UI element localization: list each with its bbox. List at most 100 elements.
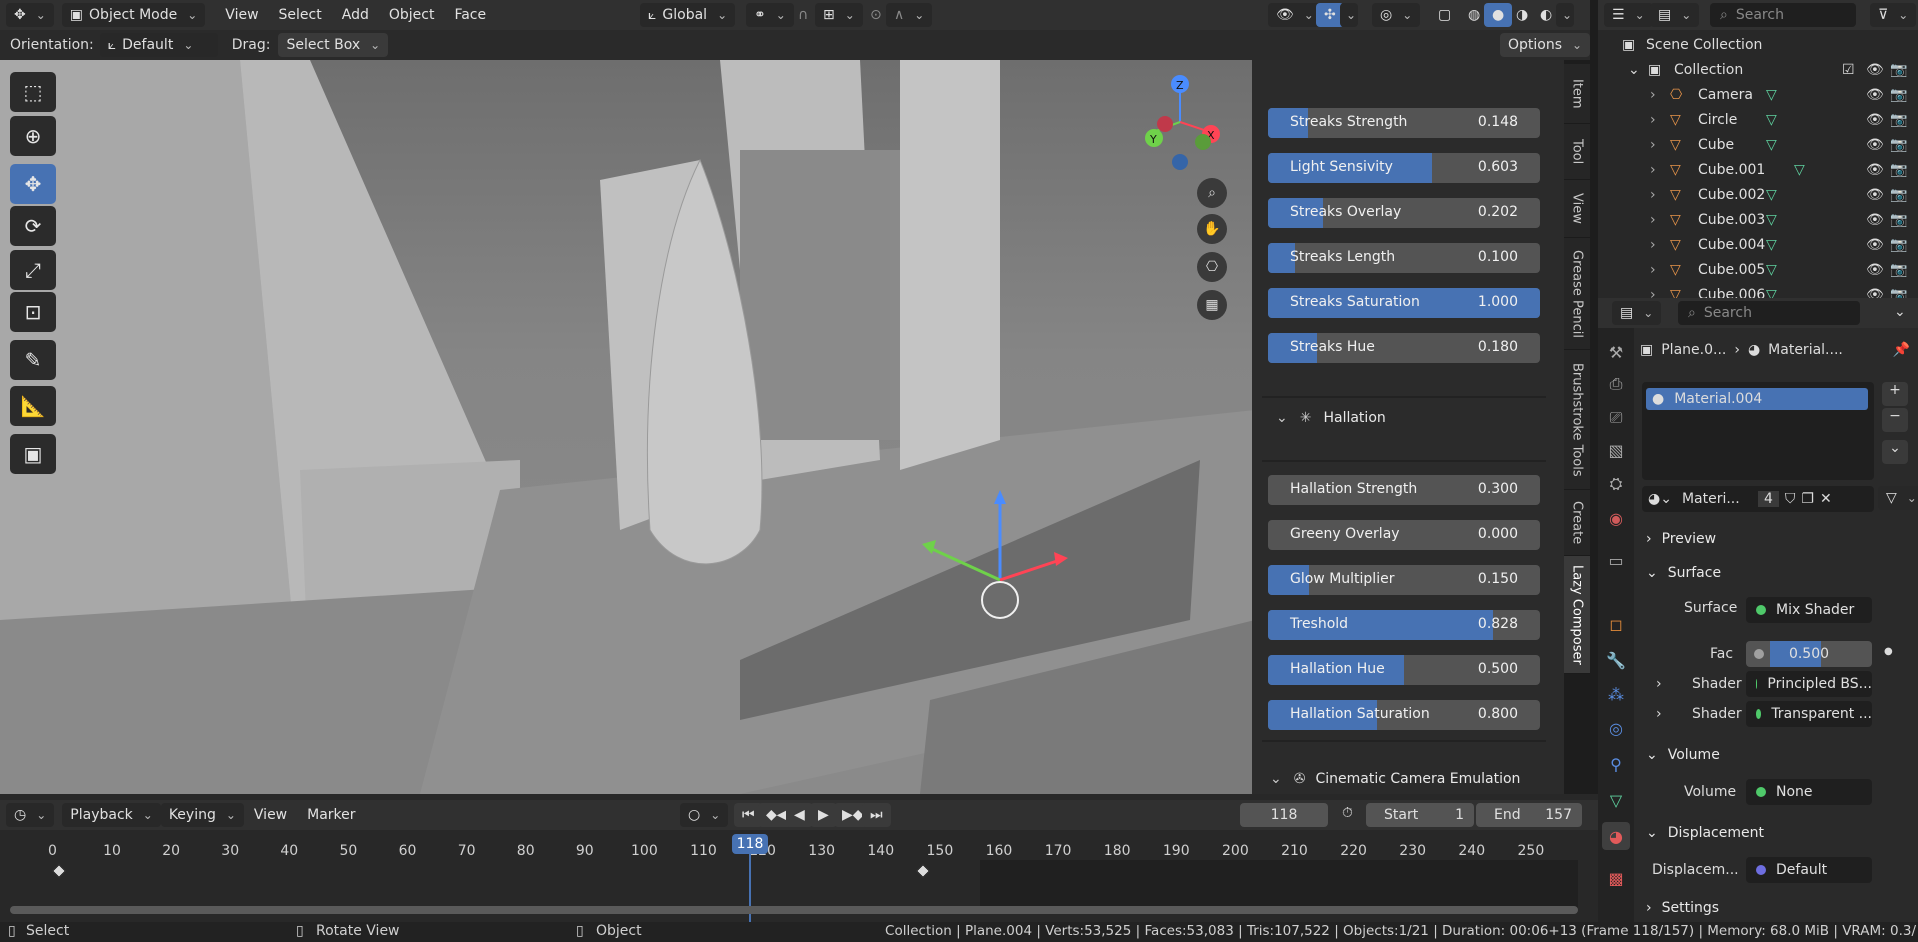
duplicate-icon[interactable]: ❐ [1801,491,1814,507]
menu-face[interactable]: Face [444,7,496,23]
browse-material-icon[interactable]: ◕⌄ [1648,491,1672,507]
camera-render-icon[interactable]: 📷 [1890,112,1907,128]
chevron-down-icon[interactable]: ⌄ [1894,304,1906,320]
stopwatch-icon[interactable]: ⏱ [1342,805,1353,821]
slider-hallation-strength[interactable]: Hallation Strength 0.300 [1268,475,1540,505]
menu-add[interactable]: Add [332,7,379,23]
surface-section-header[interactable]: ⌄ Surface [1638,558,1908,588]
slider-treshold[interactable]: Treshold 0.828 [1268,610,1540,640]
chevron-right-icon[interactable]: › [1650,187,1656,203]
eye-icon[interactable]: 👁 [1866,212,1884,228]
3d-viewport[interactable]: Z X Y ⌕ ✋ ⎔ ▦ [0,60,1255,794]
texture-tab-icon[interactable]: ▩ [1602,864,1630,892]
material-tab-icon[interactable]: ◕ [1602,822,1630,850]
camera-render-icon[interactable]: 📷 [1890,137,1907,153]
slider-glow-multiplier[interactable]: Glow Multiplier 0.150 [1268,565,1540,595]
shader1-field[interactable]: Principled BS... [1746,671,1872,697]
fake-user-shield-icon[interactable]: ⛉ [1785,491,1796,507]
particles-tab-icon[interactable]: ⁂ [1602,680,1630,708]
transform-tool-icon[interactable]: ⊡ [10,292,56,332]
keyframe-dot-icon[interactable]: ● [1884,646,1893,657]
volume-field[interactable]: None [1746,779,1872,805]
visibility-dropdown[interactable]: 👁 [1268,3,1322,27]
current-frame-field[interactable]: 118 [1240,803,1328,827]
close-icon[interactable]: ✕ [1820,491,1832,507]
zoom-icon[interactable]: ⌕ [1197,178,1227,208]
world-tab-icon[interactable]: ◉ [1602,504,1630,532]
eye-icon[interactable]: 👁 [1866,262,1884,278]
tab-view[interactable]: View [1564,180,1590,238]
scene-tab-icon[interactable]: ⛭ [1602,470,1630,498]
camera-view-icon[interactable]: ⎔ [1197,252,1227,282]
outliner-item-cube-003[interactable]: › ▽ Cube.003 ▽ 👁 📷 [1598,207,1918,232]
navigation-gizmo[interactable]: Z X Y [1135,74,1225,174]
add-cube-tool-icon[interactable]: ▣ [10,434,56,474]
add-slot-button[interactable]: + [1882,382,1908,406]
menu-view[interactable]: View [215,7,268,23]
eye-icon[interactable]: 👁 [1866,162,1884,178]
fac-slider[interactable]: 0.500 [1746,641,1872,667]
output-tab-icon[interactable]: ⎚ [1602,404,1630,432]
outliner-item-cube-004[interactable]: › ▽ Cube.004 ▽ 👁 📷 [1598,232,1918,257]
auto-key-icon[interactable]: ○ [680,803,729,827]
playback-menu[interactable]: Playback [62,803,161,827]
outliner-editor-icon[interactable]: ☰ [1604,3,1653,27]
slider-streaks-length[interactable]: Streaks Length 0.100 [1268,243,1540,273]
select-box-tool-icon[interactable]: ⬚ [10,72,56,112]
camera-render-icon[interactable]: 📷 [1890,262,1907,278]
menu-object[interactable]: Object [379,7,445,23]
camera-render-icon[interactable]: 📷 [1890,62,1907,78]
chevron-right-icon[interactable]: › [1650,137,1656,153]
jump-end-icon[interactable]: ⏭ [862,803,891,827]
preview-section-header[interactable]: › Preview [1638,524,1908,554]
eye-icon[interactable]: 👁 [1866,62,1884,78]
chevron-right-icon[interactable]: › [1650,237,1656,253]
cursor-tool-icon[interactable]: ⊕ [10,116,56,156]
render-tab-icon[interactable]: ⎙ [1602,370,1630,398]
tab-tool[interactable]: Tool [1564,124,1590,180]
camera-render-icon[interactable]: 📷 [1890,212,1907,228]
volume-section-header[interactable]: ⌄ Volume [1638,740,1908,770]
shader2-field[interactable]: Transparent ... [1746,701,1872,727]
view-layer-tab-icon[interactable]: ▧ [1602,436,1630,464]
filter-icon[interactable]: ⊽ [1870,3,1917,27]
tab-create[interactable]: Create [1564,490,1590,556]
object-tab-icon[interactable]: ◻ [1602,610,1630,638]
menu-select[interactable]: Select [269,7,332,23]
settings-section-header[interactable]: › Settings [1638,896,1908,920]
displacement-field[interactable]: Default [1746,857,1872,883]
pan-hand-icon[interactable]: ✋ [1197,214,1227,244]
properties-editor-icon[interactable]: ▤ [1612,301,1662,325]
chevron-right-icon[interactable]: › [1650,87,1656,103]
timeline-view-menu[interactable]: View [244,807,297,823]
marker-menu[interactable]: Marker [297,807,365,823]
move-tool-icon[interactable]: ✥ [10,164,56,204]
annotate-tool-icon[interactable]: ✎ [10,340,56,380]
outliner-search-input[interactable]: ⌕ Search [1710,3,1856,27]
chevron-right-icon[interactable]: › [1650,162,1656,178]
scale-tool-icon[interactable]: ⤢ [10,250,56,290]
properties-search-input[interactable]: ⌕ Search [1678,301,1860,325]
display-mode-icon[interactable]: ▤ [1650,3,1700,27]
outliner-item-circle[interactable]: › ▽ Circle ▽ 👁 📷 [1598,107,1918,132]
camera-render-icon[interactable]: 📷 [1890,162,1907,178]
eye-icon[interactable]: 👁 [1866,87,1884,103]
camera-render-icon[interactable]: 📷 [1890,237,1907,253]
start-frame-field[interactable]: Start 1 [1366,803,1474,827]
chevron-right-icon[interactable]: › [1650,262,1656,278]
transform-gizmo[interactable] [900,480,1100,640]
timeline-scrollbar[interactable] [10,906,1578,914]
outliner-item-camera[interactable]: › ⎔ Camera ▽ 👁 📷 [1598,82,1918,107]
slider-streaks-saturation[interactable]: Streaks Saturation 1.000 [1268,288,1540,318]
tab-brushstroke-tools[interactable]: Brushstroke Tools [1564,350,1590,490]
cinematic-panel-header[interactable]: ⌄ ✇ Cinematic Camera Emulation [1262,764,1562,794]
camera-render-icon[interactable]: 📷 [1890,87,1907,103]
slider-streaks-overlay[interactable]: Streaks Overlay 0.202 [1268,198,1540,228]
mode-dropdown[interactable]: ▣ Object Mode [61,3,206,27]
slot-specials-button[interactable]: ⌄ [1882,440,1908,464]
slider-streaks-strength[interactable]: Streaks Strength 0.148 [1268,108,1540,138]
snap-icon[interactable]: ∩ [790,3,816,27]
eye-icon[interactable]: 👁 [1866,137,1884,153]
chevron-right-icon[interactable]: › [1656,676,1662,692]
chevron-right-icon[interactable]: › [1650,112,1656,128]
